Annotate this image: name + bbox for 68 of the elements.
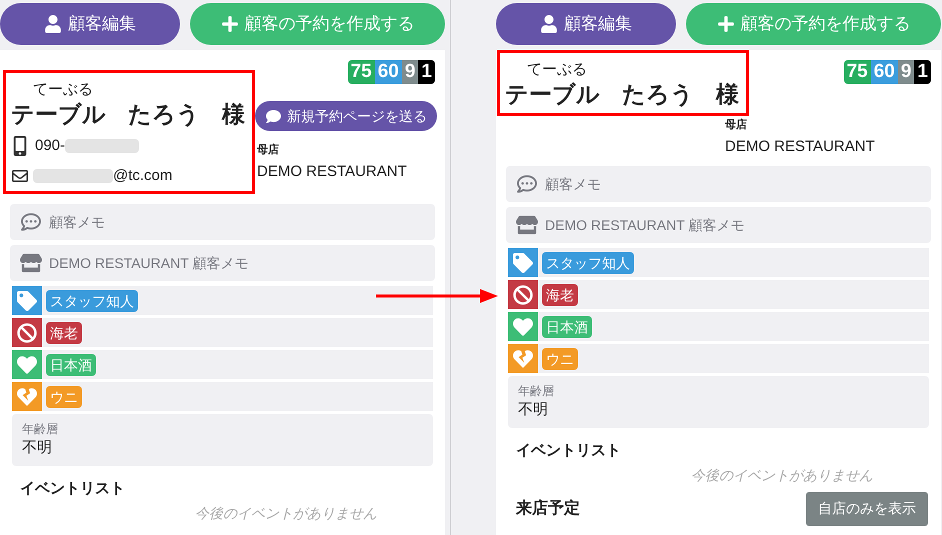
tag-chip: ウニ [46, 386, 82, 408]
score-badge: 60 [374, 60, 402, 84]
store-icon [516, 215, 538, 235]
speech-bubble-icon [20, 212, 42, 232]
memo-field[interactable]: DEMO RESTAURANT 顧客メモ [506, 207, 931, 243]
ban-icon [17, 322, 37, 342]
heart-icon [17, 354, 37, 374]
tag-chip: 海老 [46, 322, 82, 344]
furigana: てーぶる [32, 81, 94, 99]
first-name: たろう [622, 80, 694, 109]
home-store: DEMO RESTAURANT [257, 163, 408, 181]
plus-icon [716, 15, 734, 33]
tag-icon [513, 252, 533, 272]
honorific: 様 [716, 80, 739, 109]
home-store: DEMO RESTAURANT [725, 138, 876, 156]
age-group-value: 不明 [22, 438, 53, 458]
speech-bubble-icon [516, 174, 538, 194]
send-booking-page-button[interactable]: 新規予約ページを送る [255, 101, 437, 131]
age-group-label: 年齢層 [518, 383, 555, 399]
last-name: テーブル [505, 80, 600, 109]
no-events-message: 今後のイベントがありません [194, 504, 378, 522]
broken-heart-icon [17, 386, 37, 406]
store-icon [20, 253, 42, 273]
speech-bubble-icon [265, 108, 282, 124]
home-store-label: 母店 [725, 118, 748, 132]
tag-chip: 日本酒 [46, 354, 96, 376]
no-events-message: 今後のイベントがありません [690, 466, 874, 484]
upcoming-visits-title: 来店予定 [516, 498, 580, 518]
ban-icon [513, 284, 533, 304]
edit-customer-button[interactable]: 顧客編集 [496, 3, 676, 45]
tag-chip: 日本酒 [542, 316, 592, 338]
edit-customer-button[interactable]: 顧客編集 [0, 3, 180, 45]
last-name: テーブル [11, 100, 106, 129]
age-group-label: 年齢層 [22, 421, 59, 437]
email-address: @tc.com [113, 166, 172, 186]
broken-heart-icon [513, 348, 533, 368]
honorific: 様 [222, 100, 245, 129]
memo-field[interactable]: DEMO RESTAURANT 顧客メモ [10, 245, 435, 281]
create-reservation-button[interactable]: 顧客の予約を作成する [686, 3, 941, 45]
plus-icon [220, 15, 238, 33]
phone-icon [13, 136, 27, 156]
event-list-title: イベントリスト [516, 441, 622, 461]
score-badge: 9 [402, 60, 418, 84]
home-store-label: 母店 [257, 143, 280, 157]
score-badge: 9 [898, 60, 914, 84]
score-badge: 1 [418, 60, 435, 84]
tag-chip: スタッフ知人 [46, 290, 138, 312]
tag-chip: ウニ [542, 348, 578, 370]
envelope-icon [11, 168, 29, 184]
person-icon [540, 15, 558, 33]
score-badge: 75 [348, 60, 375, 84]
tag-chip: 海老 [542, 284, 578, 306]
create-reservation-button[interactable]: 顧客の予約を作成する [190, 3, 445, 45]
event-list-title: イベントリスト [20, 479, 126, 499]
furigana: てーぶる [526, 61, 588, 79]
age-group-value: 不明 [518, 400, 549, 420]
person-icon [44, 15, 62, 33]
tag-chip: スタッフ知人 [542, 252, 634, 274]
score-badge: 60 [870, 60, 898, 84]
own-store-only-button[interactable]: 自店のみを表示 [806, 492, 928, 526]
tag-icon [17, 290, 37, 310]
phone-number: 090- [35, 136, 66, 156]
score-badge: 75 [844, 60, 871, 84]
memo-field[interactable]: 顧客メモ [10, 204, 435, 240]
score-badge: 1 [914, 60, 931, 84]
memo-field[interactable]: 顧客メモ [506, 166, 931, 202]
first-name: たろう [128, 100, 200, 129]
heart-icon [513, 316, 533, 336]
